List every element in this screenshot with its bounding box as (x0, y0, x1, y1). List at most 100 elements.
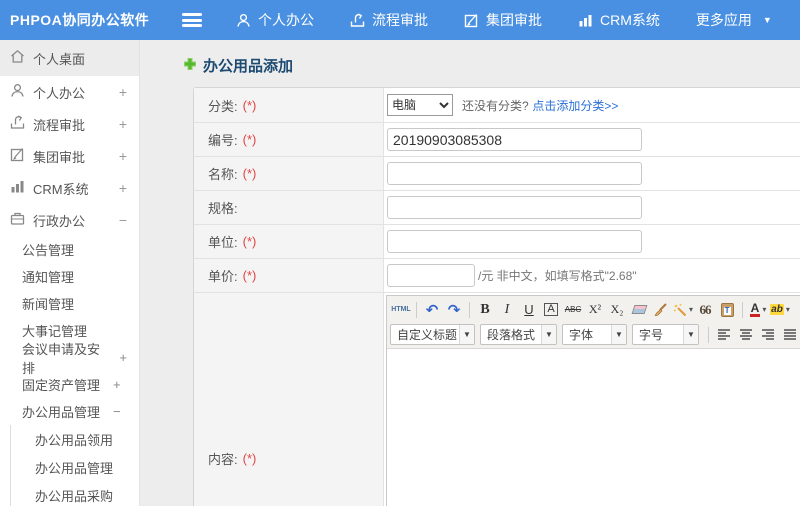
paste-as-text-button[interactable]: T (717, 300, 737, 320)
sidebar-item-announcement-mgmt[interactable]: 公告管理 (0, 236, 139, 263)
sidebar-item-supplies-requisition[interactable]: 办公用品领用 (11, 425, 139, 453)
required-mark: (*) (242, 166, 257, 181)
sidebar-item-meeting-mgmt[interactable]: 会议申请及安排 + (0, 342, 139, 376)
quick-format-wand-button[interactable]: ▾ (673, 300, 693, 320)
paragraph-format-dropdown[interactable]: 段落格式 ▼ (480, 324, 557, 345)
editor-toolbar: HTML ↶ ↷ B I U A ABC X² X₂ ▾ 66 T A ▾ ab… (387, 296, 800, 349)
field-label: 内容: (208, 451, 238, 467)
expand-plus-icon[interactable]: + (119, 84, 127, 100)
add-plus-icon (183, 57, 197, 74)
clipboard-icon: T (720, 302, 734, 317)
field-label: 单价: (208, 269, 238, 284)
category-hint: 还没有分类? (462, 98, 529, 113)
required-mark: (*) (242, 234, 257, 249)
superscript-button[interactable]: X² (585, 300, 605, 320)
hamburger-menu-icon[interactable] (182, 13, 202, 27)
sidebar-item-admin-office[interactable]: 行政办公 − (0, 204, 139, 236)
unit-input[interactable] (387, 230, 642, 253)
expand-plus-icon[interactable]: + (119, 180, 127, 196)
caret-down-icon: ▼ (541, 325, 556, 344)
add-category-link[interactable]: 点击添加分类>> (532, 97, 618, 114)
field-label: 名称: (208, 167, 238, 182)
expand-plus-icon[interactable]: + (113, 377, 121, 392)
sidebar-item-notice-mgmt[interactable]: 通知管理 (0, 263, 139, 290)
home-icon (10, 49, 25, 67)
rich-text-editor: HTML ↶ ↷ B I U A ABC X² X₂ ▾ 66 T A ▾ ab… (386, 295, 800, 506)
collapse-minus-icon[interactable]: − (119, 212, 127, 228)
form-row-category: 分类: (*) 电脑 还没有分类? 点击添加分类>> (194, 88, 800, 123)
justify-button[interactable] (780, 325, 800, 345)
font-family-dropdown[interactable]: 字体 ▼ (562, 324, 627, 345)
sidebar-item-group-approval[interactable]: 集团审批 + (0, 140, 139, 172)
subscript-button[interactable]: X₂ (607, 300, 627, 320)
expand-plus-icon[interactable]: + (119, 148, 127, 164)
required-mark: (*) (242, 450, 257, 466)
sidebar-item-news-mgmt[interactable]: 新闻管理 (0, 290, 139, 317)
caret-down-icon: ▾ (762, 305, 767, 314)
align-right-button[interactable] (758, 325, 778, 345)
html-source-button[interactable]: HTML (391, 300, 411, 320)
justify-icon (783, 329, 796, 340)
price-input[interactable] (387, 264, 475, 287)
italic-button[interactable]: I (497, 300, 517, 320)
nav-more-apps[interactable]: 更多应用 ▼ (696, 10, 772, 30)
form-row-content: 内容: (*) HTML ↶ ↷ B I U A ABC X² X₂ ▾ 66 … (194, 293, 800, 506)
category-select[interactable]: 电脑 (387, 94, 453, 116)
align-left-button[interactable] (714, 325, 734, 345)
sidebar-item-label: 行政办公 (33, 213, 86, 229)
sidebar-item-personal-desktop[interactable]: 个人桌面 (0, 40, 139, 76)
briefcase-icon (10, 211, 25, 229)
expand-plus-icon[interactable]: + (119, 350, 127, 365)
sidebar-item-label: 集团审批 (33, 149, 86, 165)
nav-workflow-approval[interactable]: 流程审批 (350, 10, 428, 30)
user-icon (236, 13, 251, 28)
highlight-color-button[interactable]: ab ▾ (770, 300, 790, 320)
remove-format-eraser-button[interactable] (629, 300, 649, 320)
office-supplies-subgroup: 办公用品领用 办公用品管理 办公用品采购 (10, 425, 139, 506)
caret-down-icon: ▼ (459, 325, 474, 344)
align-right-icon (761, 329, 774, 340)
align-center-button[interactable] (736, 325, 756, 345)
nav-group-approval[interactable]: 集团审批 (464, 10, 542, 30)
char-border-button[interactable]: A (544, 303, 558, 316)
form-row-unit: 单位: (*) (194, 225, 800, 259)
name-input[interactable] (387, 162, 642, 185)
field-label: 分类: (208, 98, 238, 114)
caret-down-icon: ▼ (611, 325, 626, 344)
strikethrough-button[interactable]: ABC (563, 300, 583, 320)
sidebar-item-personal-office[interactable]: 个人办公 + (0, 76, 139, 108)
field-label: 单位: (208, 235, 238, 250)
font-size-dropdown[interactable]: 字号 ▼ (632, 324, 699, 345)
blockquote-button[interactable]: 66 (695, 300, 715, 320)
custom-heading-dropdown[interactable]: 自定义标题 ▼ (390, 324, 475, 345)
editor-content-area[interactable] (387, 349, 800, 506)
undo-button[interactable]: ↶ (422, 300, 442, 320)
underline-button[interactable]: U (519, 300, 539, 320)
bold-button[interactable]: B (475, 300, 495, 320)
sidebar-item-label: 办公用品管理 (35, 460, 114, 476)
sidebar-item-workflow-approval[interactable]: 流程审批 + (0, 108, 139, 140)
number-input[interactable] (387, 128, 642, 151)
sidebar-item-crm[interactable]: CRM系统 + (0, 172, 139, 204)
sidebar-item-supplies-management[interactable]: 办公用品管理 (11, 453, 139, 481)
nav-label: CRM系统 (600, 12, 660, 28)
expand-plus-icon[interactable]: + (119, 116, 127, 132)
sidebar-item-supplies-purchase[interactable]: 办公用品采购 (11, 481, 139, 506)
redo-button[interactable]: ↷ (444, 300, 464, 320)
office-supply-form: 分类: (*) 电脑 还没有分类? 点击添加分类>> 编号: (*) 名 (193, 87, 800, 506)
approval-upload-icon (10, 115, 25, 133)
caret-down-icon: ▼ (762, 15, 772, 25)
sidebar-item-label: 办公用品领用 (35, 432, 114, 448)
nav-personal-office[interactable]: 个人办公 (236, 10, 314, 30)
collapse-minus-icon[interactable]: − (113, 404, 121, 419)
font-color-button[interactable]: A ▾ (748, 300, 768, 320)
app-logo: PHPOA协同办公软件 (10, 12, 150, 28)
sidebar-item-office-supplies-mgmt[interactable]: 办公用品管理 − (0, 398, 139, 425)
top-navigation: 个人办公 流程审批 集团审批 CRM系统 更多应用 ▼ (236, 10, 772, 30)
align-left-icon (717, 329, 730, 340)
spec-input[interactable] (387, 196, 642, 219)
approval-upload-icon (350, 12, 365, 28)
sidebar-item-fixed-assets-mgmt[interactable]: 固定资产管理 + (0, 371, 139, 398)
nav-crm-system[interactable]: CRM系统 (578, 10, 660, 30)
format-painter-button[interactable] (651, 300, 671, 320)
